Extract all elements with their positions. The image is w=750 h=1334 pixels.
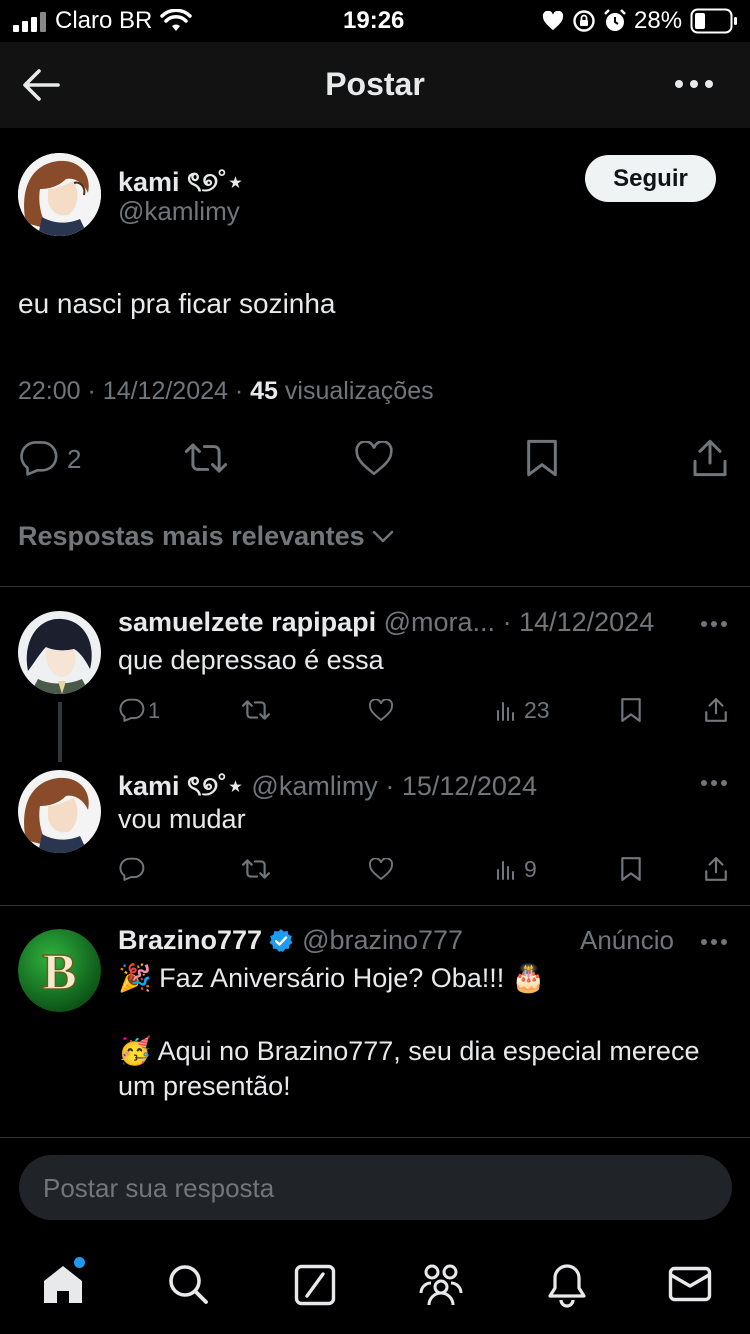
post-meta: 22:00 · 14/12/2024 · 45 visualizações <box>18 377 434 405</box>
divider <box>0 1137 750 1138</box>
bottom-tab-bar <box>0 1236 750 1334</box>
avatar-image <box>18 770 101 853</box>
reply-author-name[interactable]: kami ৎ୭˚⋆ <box>118 771 244 801</box>
reply-icon[interactable] <box>119 857 145 881</box>
reply-count: 1 <box>148 698 161 723</box>
reply-text: vou mudar <box>118 804 246 834</box>
repost-icon[interactable] <box>242 857 270 881</box>
like-icon[interactable] <box>368 858 394 881</box>
messages-icon[interactable] <box>668 1266 712 1302</box>
ad-author-name[interactable]: Brazino777 <box>118 925 262 956</box>
reply-author-handle[interactable]: @kamlimy <box>251 771 377 801</box>
avatar[interactable] <box>18 770 101 853</box>
avatar[interactable] <box>18 153 101 236</box>
status-bar: Claro BR 19:26 28% <box>0 0 750 42</box>
reply-count: 2 <box>67 444 82 474</box>
orientation-lock-icon <box>573 10 595 32</box>
signal-icon <box>13 12 46 32</box>
battery-percent: 28% <box>634 7 683 34</box>
sort-label: Respostas mais relevantes <box>18 521 365 551</box>
home-icon[interactable] <box>41 1263 85 1305</box>
more-icon[interactable] <box>700 938 728 946</box>
svg-text:B: B <box>42 944 77 1001</box>
ad-label: Anúncio <box>580 925 674 955</box>
reply-icon[interactable] <box>19 440 59 476</box>
page-title: Postar <box>325 66 425 102</box>
battery-icon <box>690 8 737 34</box>
bookmark-icon[interactable] <box>525 438 559 478</box>
alarm-icon <box>604 9 626 31</box>
reply-date[interactable]: 15/12/2024 <box>402 771 537 801</box>
ad-text-line-1: 🎉 Faz Aniversário Hoje? Oba!!! 🎂 <box>118 963 546 993</box>
search-icon[interactable] <box>167 1263 209 1305</box>
post-time: 22:00 <box>18 377 81 405</box>
ad-author-handle[interactable]: @brazino777 <box>302 925 463 956</box>
views-label: visualizações <box>284 377 434 405</box>
sort-dropdown[interactable]: Respostas mais relevantes <box>18 521 395 552</box>
verified-badge-icon <box>269 928 293 952</box>
reply-text: que depressao é essa <box>118 645 384 675</box>
views-icon[interactable] <box>495 699 517 721</box>
bookmark-icon[interactable] <box>620 856 642 882</box>
grok-icon[interactable] <box>294 1264 336 1306</box>
avatar[interactable] <box>18 611 101 694</box>
ad-header: Brazino777 @brazino777 <box>118 925 463 956</box>
author-handle[interactable]: @kamlimy <box>118 196 240 227</box>
carrier-label: Claro BR <box>55 7 153 34</box>
repost-icon[interactable] <box>184 440 228 476</box>
bookmark-icon[interactable] <box>620 697 642 723</box>
reply-date[interactable]: 14/12/2024 <box>519 607 654 637</box>
more-icon[interactable] <box>700 620 728 628</box>
share-icon[interactable] <box>704 856 728 882</box>
avatar[interactable]: B <box>18 929 101 1012</box>
views-icon[interactable] <box>495 858 517 880</box>
clock: 19:26 <box>343 7 405 34</box>
share-icon[interactable] <box>704 697 728 723</box>
post-date: 14/12/2024 <box>102 377 228 405</box>
ad-text-line-2: 🥳 Aqui no Brazino777, seu dia especial m… <box>118 1036 700 1066</box>
avatar-image <box>18 153 101 236</box>
post-text: eu nasci pra ficar sozinha <box>18 288 336 319</box>
divider <box>0 586 750 587</box>
chevron-down-icon <box>372 530 393 542</box>
repost-icon[interactable] <box>242 698 270 722</box>
views-count: 23 <box>524 697 550 723</box>
avatar-image <box>18 611 101 694</box>
communities-icon[interactable] <box>417 1263 465 1307</box>
views-count: 9 <box>524 856 537 882</box>
reply-author-handle[interactable]: @mora... <box>384 607 495 637</box>
ad-text-line-3: um presentão! <box>118 1071 291 1101</box>
thread-line <box>58 702 62 762</box>
views-count[interactable]: 45 <box>250 377 278 405</box>
wifi-icon <box>160 9 192 31</box>
reply-input[interactable]: Postar sua resposta <box>19 1155 732 1220</box>
heart-icon <box>542 11 564 31</box>
brazino-logo: B <box>18 929 101 1012</box>
reply-header: samuelzete rapipapi @mora... · 14/12/202… <box>118 607 655 637</box>
reply-input-placeholder: Postar sua resposta <box>43 1173 275 1203</box>
more-icon[interactable] <box>674 78 714 90</box>
like-icon[interactable] <box>368 699 394 722</box>
notification-dot <box>74 1257 85 1268</box>
divider <box>0 905 750 906</box>
follow-button[interactable]: Seguir <box>585 155 716 202</box>
share-icon[interactable] <box>691 438 729 478</box>
top-header: Postar <box>0 42 750 128</box>
reply-author-name[interactable]: samuelzete rapipapi <box>118 607 376 637</box>
like-icon[interactable] <box>354 441 394 477</box>
more-icon[interactable] <box>700 779 728 787</box>
notifications-icon[interactable] <box>547 1262 587 1308</box>
reply-icon[interactable] <box>119 698 145 722</box>
